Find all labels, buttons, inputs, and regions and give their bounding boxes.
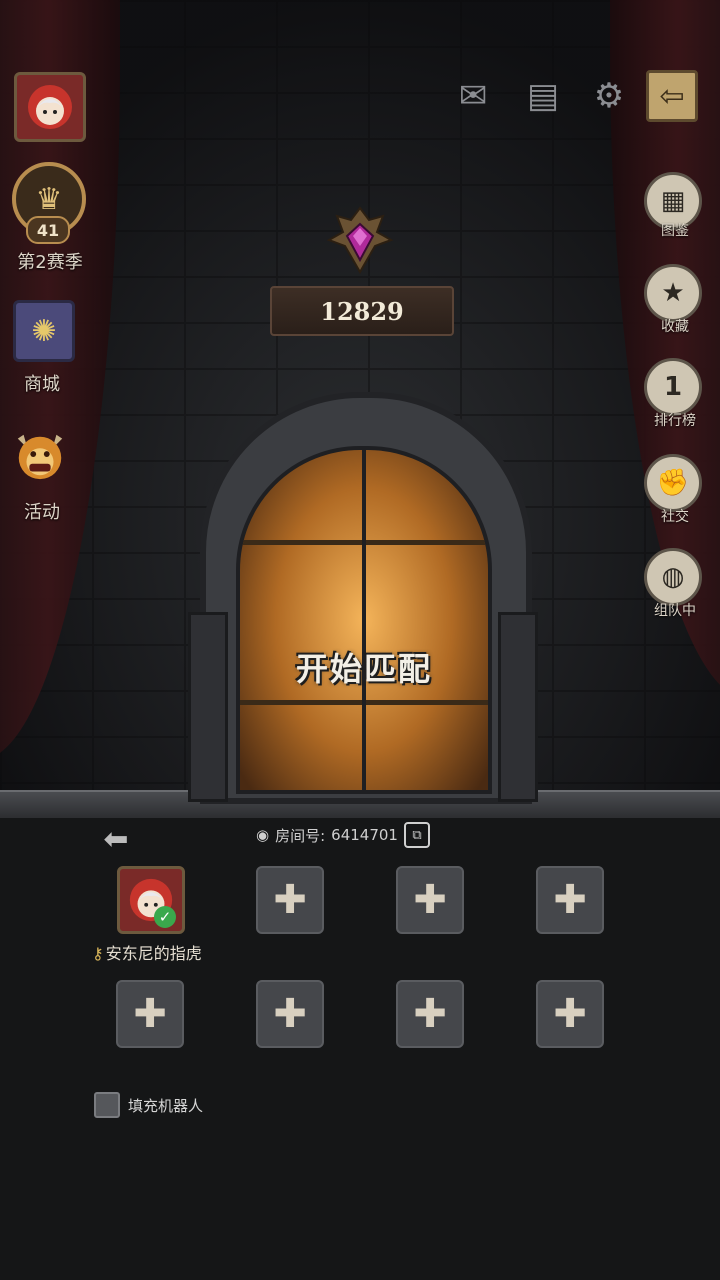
room-number: 6414701 (331, 826, 398, 844)
empty-slot-add-button[interactable]: ✚ (256, 866, 324, 934)
fill-bots-label: 填充机器人 (128, 1096, 204, 1115)
team-cards-icon[interactable]: ◍ (644, 548, 702, 606)
add-plus-icon: ✚ (133, 991, 167, 1037)
empty-slot-add-button[interactable]: ✚ (256, 980, 324, 1048)
notes-icon[interactable]: ▤ (520, 76, 566, 116)
leaderboard-label: 排行榜 (654, 413, 696, 429)
collection-label: 收藏 (661, 319, 689, 335)
add-plus-icon: ✚ (273, 991, 307, 1037)
codex-label: 图鉴 (661, 223, 689, 239)
add-plus-icon: ✚ (273, 877, 307, 923)
exit-button[interactable]: ⇦ (646, 70, 698, 122)
back-arrow-icon[interactable]: ⬅ (96, 822, 136, 857)
right-pillar (498, 612, 538, 802)
copy-icon[interactable]: ⧉ (403, 822, 430, 848)
mail-icon[interactable]: ✉ (450, 76, 496, 116)
event-label: 活动 (24, 502, 60, 523)
collection-star-icon[interactable]: ★ (644, 264, 702, 322)
empty-slot-add-button[interactable]: ✚ (536, 980, 604, 1048)
avatar-portrait-icon (28, 85, 72, 129)
start-match-door-button[interactable]: 开始匹配 (236, 446, 492, 794)
leader-key-icon: ⚷ (92, 944, 104, 963)
social-label: 社交 (661, 509, 689, 525)
add-plus-icon: ✚ (553, 877, 587, 923)
eye-icon: ◉ (256, 826, 270, 844)
party-member-avatar[interactable] (117, 866, 185, 934)
add-plus-icon: ✚ (413, 991, 447, 1037)
exit-arrow-icon: ⇦ (659, 78, 685, 114)
dungeon-floor (0, 818, 720, 1280)
left-pillar (188, 612, 228, 802)
shop-label: 商城 (24, 374, 60, 395)
empty-slot-add-button[interactable]: ✚ (396, 866, 464, 934)
event-beast-icon[interactable] (12, 428, 68, 484)
start-match-label: 开始匹配 (295, 650, 432, 688)
leaderboard-icon[interactable]: 1 (644, 358, 702, 416)
shop-book-icon[interactable]: ✺ (13, 300, 75, 362)
room-label: 房间号: (275, 826, 326, 845)
settings-gear-icon[interactable]: ⚙ (586, 76, 632, 116)
ready-check-icon: ✓ (154, 906, 176, 928)
empty-slot-add-button[interactable]: ✚ (396, 980, 464, 1048)
rank-gem-emblem-icon[interactable] (323, 206, 397, 276)
fill-bots-checkbox[interactable] (94, 1092, 120, 1118)
party-member-name: ⚷ 安东尼的指虎 (92, 944, 202, 963)
empty-slot-add-button[interactable]: ✚ (536, 866, 604, 934)
add-plus-icon: ✚ (413, 877, 447, 923)
rank-score-banner: 12829 (270, 286, 454, 336)
room-number-bar: ◉ 房间号: 6414701 ⧉ (256, 820, 456, 850)
empty-slot-add-button[interactable]: ✚ (116, 980, 184, 1048)
season-label: 第2赛季 (17, 252, 83, 273)
team-label: 组队中 (654, 603, 696, 619)
social-fist-icon[interactable]: ✊ (644, 454, 702, 512)
season-level-badge: 41 (26, 216, 70, 244)
fill-bots-option[interactable]: 填充机器人 (94, 1092, 203, 1118)
player-avatar[interactable] (14, 72, 86, 142)
add-plus-icon: ✚ (553, 991, 587, 1037)
